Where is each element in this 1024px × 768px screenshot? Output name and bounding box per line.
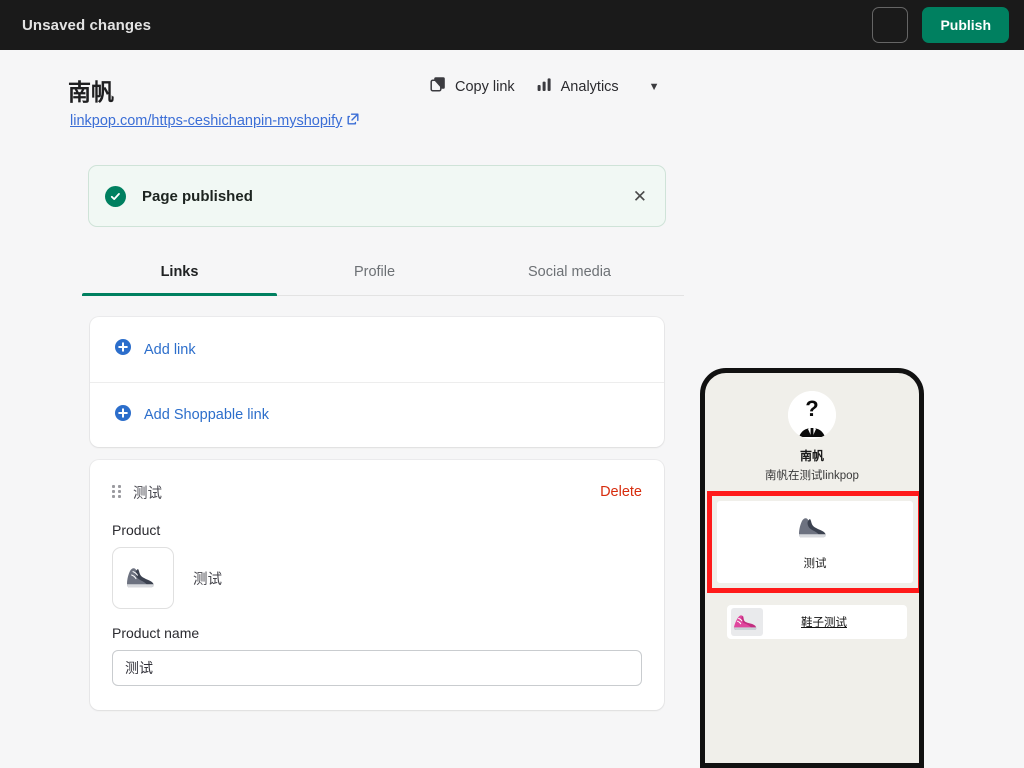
drag-handle-icon[interactable] [112, 485, 122, 499]
tab-links[interactable]: Links [82, 248, 277, 296]
secondary-action-button[interactable] [872, 7, 909, 43]
tab-bar: Links Profile Social media [82, 248, 684, 296]
analytics-button[interactable]: Analytics [537, 77, 619, 96]
bar-chart-icon [537, 77, 553, 96]
product-label: Product [112, 522, 161, 538]
add-shoppable-link-label: Add Shoppable link [144, 407, 269, 423]
link-item-title: 测试 [133, 485, 162, 502]
page-content: 南帆 Copy link Analytics ▼ linkpop.com/htt… [0, 50, 1024, 768]
page-header: 南帆 Copy link Analytics ▼ [68, 72, 688, 108]
sneaker-thumbnail [112, 547, 174, 609]
preview-profile-name: 南帆 [799, 449, 824, 463]
svg-text:?: ? [805, 396, 818, 421]
top-bar: Unsaved changes Publish [0, 0, 1024, 50]
product-name-label: Product name [112, 625, 200, 641]
page-url-link[interactable]: linkpop.com/https-ceshichanpin-myshopify [70, 113, 359, 129]
copy-link-label: Copy link [455, 78, 515, 95]
plus-circle-icon [114, 338, 132, 361]
chevron-down-icon[interactable]: ▼ [649, 81, 660, 93]
copy-link-button[interactable]: Copy link [430, 76, 515, 97]
product-value: 测试 [193, 571, 222, 588]
add-link-card: Add link Add Shoppable link [90, 317, 664, 447]
unsaved-changes-status: Unsaved changes [22, 16, 152, 34]
preview-shoppable-card[interactable]: 测试 [717, 501, 913, 583]
sneaker-thumbnail [792, 513, 838, 543]
add-shoppable-link-button[interactable]: Add Shoppable link [90, 382, 664, 447]
external-link-icon [347, 113, 359, 129]
plus-circle-icon [114, 404, 132, 427]
link-item-card: 测试 Delete Product 测试 Product name [90, 460, 664, 710]
add-link-label: Add link [144, 341, 196, 358]
preview-profile-bio: 南帆在测试linkpop [765, 470, 859, 482]
analytics-label: Analytics [560, 78, 619, 95]
pink-sneaker-thumbnail [731, 608, 763, 636]
product-row[interactable]: 测试 [112, 547, 642, 609]
add-link-button[interactable]: Add link [90, 317, 664, 382]
tab-profile[interactable]: Profile [277, 248, 472, 295]
copy-icon [430, 76, 447, 97]
tab-social-media[interactable]: Social media [472, 248, 667, 295]
mobile-preview: ? 南帆 南帆在测试linkpop 测试 鞋子测试 [700, 368, 924, 768]
page-url-text: linkpop.com/https-ceshichanpin-myshopify [70, 113, 343, 129]
delete-button[interactable]: Delete [600, 484, 642, 500]
publish-button[interactable]: Publish [922, 7, 1009, 43]
success-check-icon [105, 185, 126, 207]
product-name-input[interactable] [112, 650, 642, 686]
preview-link-row[interactable]: 鞋子测试 [727, 605, 907, 639]
banner-message: Page published [142, 187, 253, 205]
close-icon[interactable]: ✕ [633, 188, 647, 205]
selection-highlight: 测试 [707, 491, 919, 593]
anonymous-avatar-icon: ? [788, 391, 836, 439]
page-published-banner: Page published ✕ [88, 165, 666, 227]
header-actions: Copy link Analytics ▼ [430, 76, 660, 97]
link-item-header: 测试 Delete [112, 478, 642, 506]
page-title: 南帆 [68, 79, 114, 105]
preview-link-label: 鞋子测试 [801, 617, 847, 629]
preview-shoppable-label: 测试 [803, 558, 827, 570]
